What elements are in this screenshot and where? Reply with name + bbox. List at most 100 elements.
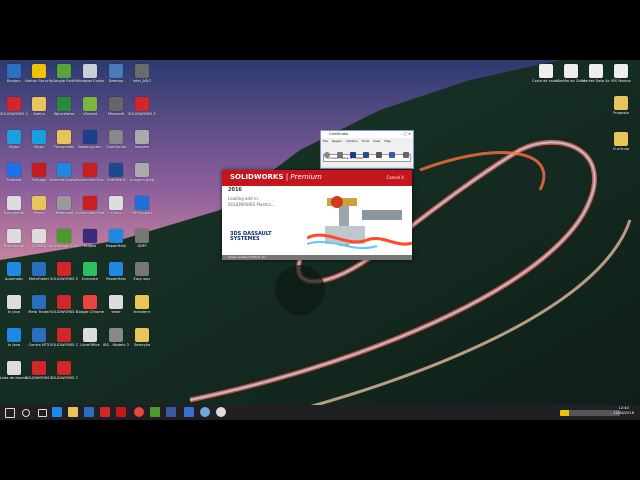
desktop-icon[interactable]: Imagem xyxy=(128,130,156,160)
desktop-icon[interactable]: Automatic xyxy=(0,262,28,292)
mail-icon[interactable] xyxy=(100,407,110,417)
desktop-icon[interactable]: Intel_ASIO xyxy=(128,64,156,94)
app-icon[interactable] xyxy=(150,407,160,417)
app-icon[interactable] xyxy=(216,407,226,417)
check-icon xyxy=(32,328,46,342)
desktop-icon[interactable]: CAPSBD xyxy=(25,229,53,259)
desktop-icon[interactable]: Internet Explorer xyxy=(50,163,78,193)
menu-view[interactable]: View xyxy=(373,139,380,143)
desktop-icon[interactable]: Skype xyxy=(25,130,53,160)
desktop-icon[interactable]: Connected Photo xyxy=(76,196,104,226)
desktop-icon[interactable]: MetaTrader xyxy=(25,262,53,292)
options-icon[interactable] xyxy=(376,152,383,158)
chrome-icon[interactable] xyxy=(134,407,144,417)
desktop-icon[interactable]: Currículo xyxy=(607,132,635,162)
desktop-icon[interactable]: eDrawings 2016 x64 xyxy=(50,229,78,259)
app-icon[interactable] xyxy=(200,407,210,417)
desktop-icon[interactable]: DraftSight xyxy=(102,163,130,193)
desktop-icon[interactable]: Evernote xyxy=(76,262,104,292)
desktop-icon[interactable]: Tradutor xyxy=(0,163,28,193)
app-icon[interactable] xyxy=(166,407,176,417)
webcam-icon[interactable] xyxy=(402,152,409,158)
desktop-icon[interactable]: Microsoft xyxy=(102,97,130,127)
desktop-icon[interactable]: CamStudio xyxy=(102,130,130,160)
desktop-icon-label: Pasta xyxy=(34,211,44,215)
desktop-icon[interactable]: In Java xyxy=(0,328,28,358)
desktop-icon[interactable]: SOLIDWORKS Electrical xyxy=(50,295,78,325)
edge-icon[interactable] xyxy=(52,407,62,417)
desktop-icon[interactable]: Documento xyxy=(0,229,28,259)
solidworks-taskbar-icon[interactable] xyxy=(116,407,126,417)
desktop-icon[interactable]: IRS Marina xyxy=(607,64,635,94)
skype-icon xyxy=(32,130,46,144)
desktop-icon[interactable]: SOLIDWORKS 2016 x64 xyxy=(25,361,53,391)
desktop-icon[interactable]: Portugal xyxy=(25,163,53,193)
desktop-icon[interactable]: Skype xyxy=(0,130,28,160)
desktop-icon[interactable]: Market Data Actions xyxy=(582,64,610,94)
camera-icon xyxy=(109,130,123,144)
desktop-icon[interactable]: SOLIDWORKS Explorer xyxy=(128,97,156,127)
menu-region[interactable]: Region xyxy=(332,139,342,143)
desktop-icon[interactable]: GIMP xyxy=(128,229,156,259)
task-view-icon[interactable] xyxy=(38,409,47,417)
desktop-icon[interactable]: Wincrelator xyxy=(50,97,78,127)
camstudio-taskbar-icon[interactable] xyxy=(184,407,194,417)
desktop-icon[interactable]: Selecção xyxy=(128,328,156,358)
desktop-icon[interactable]: SOLIDWORKS Composer xyxy=(50,328,78,358)
desktop-icon[interactable]: Documento xyxy=(0,196,28,226)
desktop-icon[interactable]: transferir xyxy=(128,295,156,325)
desktop-icon[interactable]: Google Chrome xyxy=(76,295,104,325)
desktop-icon[interactable]: Telemovel xyxy=(50,196,78,226)
desktop-icon[interactable]: Norton Security xyxy=(25,64,53,94)
desktop-icon[interactable]: Lista de downloads xyxy=(0,361,28,391)
desktop-icon[interactable]: In Java xyxy=(0,295,28,325)
desktop-icon[interactable]: Booking.com xyxy=(76,130,104,160)
desktop-icon[interactable]: Fotografias xyxy=(50,130,78,160)
camstudio-window[interactable]: CamStudio – ▢ ✕ File Region Options Tool… xyxy=(320,130,414,169)
desktop-icon-label: Intel_ASIO xyxy=(132,79,152,83)
desktop-icon[interactable]: SOLIDWORKS Composer xyxy=(0,97,28,127)
desktop-icon[interactable]: Imagem Jpeg xyxy=(128,163,156,193)
desktop-icon[interactable]: SOLIDWORKS Composer xyxy=(50,361,78,391)
desktop-icon-label: Meta Trader xyxy=(28,310,50,314)
desktop-icon[interactable]: Pasta xyxy=(25,196,53,226)
file-explorer-icon[interactable] xyxy=(68,407,78,417)
start-button[interactable] xyxy=(5,408,15,418)
desktop-icon[interactable]: Google Earth xyxy=(50,64,78,94)
desktop-icon[interactable]: Bonjour xyxy=(0,64,28,94)
search-icon[interactable] xyxy=(22,409,30,417)
desktop-icon[interactable]: Contra MT5 xyxy=(25,328,53,358)
desktop-icon[interactable]: HP Support xyxy=(128,196,156,226)
desktop-icon[interactable]: Windows Explorer xyxy=(76,64,104,94)
desktop-icon[interactable]: RepairHelp xyxy=(102,262,130,292)
window-controls[interactable]: – ▢ ✕ xyxy=(401,131,411,138)
desktop-icon[interactable]: SOLIDWORKS Explorer 2016 xyxy=(50,262,78,292)
desktop-icon[interactable]: Easy way xyxy=(128,262,156,292)
desktop-icon[interactable]: IBS - Modelo 3 xyxy=(102,328,130,358)
desktop-icon[interactable]: Meta Trader xyxy=(25,295,53,325)
menu-help[interactable]: Help xyxy=(384,139,391,143)
desktop-icon[interactable]: uTorrent xyxy=(76,97,104,127)
window-titlebar[interactable]: CamStudio – ▢ ✕ xyxy=(321,131,413,138)
desktop-icon[interactable]: Carta de candidatura xyxy=(532,64,560,94)
desktop-icon[interactable]: teste xyxy=(102,295,130,325)
desktop-icon[interactable]: Cartão do Cidadão xyxy=(557,64,585,94)
desktop-icon[interactable]: LibreOffice xyxy=(76,328,104,358)
desktop-icon[interactable]: Connected Music xyxy=(76,163,104,193)
desktop-icon[interactable]: Atalho xyxy=(25,97,53,127)
menu-file[interactable]: File xyxy=(323,139,328,143)
desktop-icon-label: Norton Security xyxy=(25,79,53,83)
desktop-icon[interactable]: RepairHelp xyxy=(102,229,130,259)
desktop-icon[interactable]: eclipse xyxy=(76,229,104,259)
desktop-icon[interactable]: Carta xyxy=(102,196,130,226)
desktop-icon[interactable]: Proposta xyxy=(607,96,635,126)
cancel-button[interactable]: Cancel X xyxy=(386,175,404,180)
annotate-icon[interactable] xyxy=(389,152,396,158)
desktop-icon[interactable]: Desktop xyxy=(102,64,130,94)
store-icon[interactable] xyxy=(84,407,94,417)
menu-tools[interactable]: Tools xyxy=(362,139,369,143)
region-icon[interactable] xyxy=(363,152,370,158)
menu-options[interactable]: Options xyxy=(346,139,358,143)
clock[interactable]: 12:40 12/08/2016 xyxy=(613,406,634,416)
tray-icons[interactable] xyxy=(560,410,620,416)
